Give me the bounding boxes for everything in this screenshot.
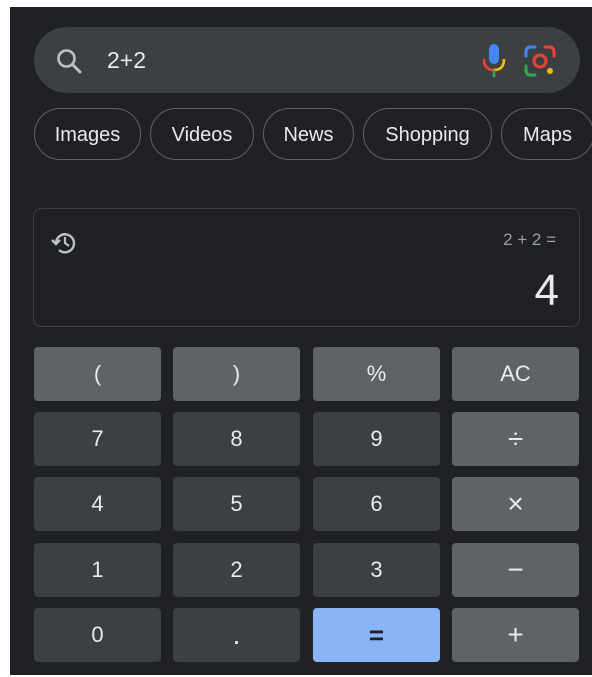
decimal-button[interactable]: . [173,608,300,662]
zero-button[interactable]: 0 [34,608,161,662]
calculator-screen: 2+2 Images Videos News Shopping Maps 2 +… [10,7,592,675]
one-button[interactable]: 1 [34,543,161,597]
history-icon[interactable] [50,228,80,258]
seven-button[interactable]: 7 [34,412,161,466]
percent-button[interactable]: % [313,347,440,401]
chip-images[interactable]: Images [34,108,141,160]
lens-icon[interactable] [523,44,557,78]
three-button[interactable]: 3 [313,543,440,597]
multiply-button[interactable]: × [452,477,579,531]
calculator-display: 2 + 2 = 4 [33,208,580,327]
two-button[interactable]: 2 [173,543,300,597]
four-button[interactable]: 4 [34,477,161,531]
chip-shopping[interactable]: Shopping [363,108,492,160]
search-bar[interactable]: 2+2 [34,27,580,93]
open-paren-button[interactable]: ( [34,347,161,401]
equals-button[interactable]: = [313,608,440,662]
expression-text: 2 + 2 = [503,230,556,249]
close-paren-button[interactable]: ) [173,347,300,401]
nine-button[interactable]: 9 [313,412,440,466]
search-input[interactable]: 2+2 [107,46,146,74]
chip-news[interactable]: News [263,108,354,160]
clear-button[interactable]: AC [452,347,579,401]
minus-button[interactable]: − [452,543,579,597]
plus-button[interactable]: + [452,608,579,662]
chip-videos[interactable]: Videos [150,108,254,160]
mic-icon[interactable] [481,43,507,79]
five-button[interactable]: 5 [173,477,300,531]
six-button[interactable]: 6 [313,477,440,531]
result-value: 4 [534,266,559,315]
chip-maps[interactable]: Maps [501,108,592,160]
divide-button[interactable]: ÷ [452,412,579,466]
eight-button[interactable]: 8 [173,412,300,466]
search-icon[interactable] [56,48,82,74]
